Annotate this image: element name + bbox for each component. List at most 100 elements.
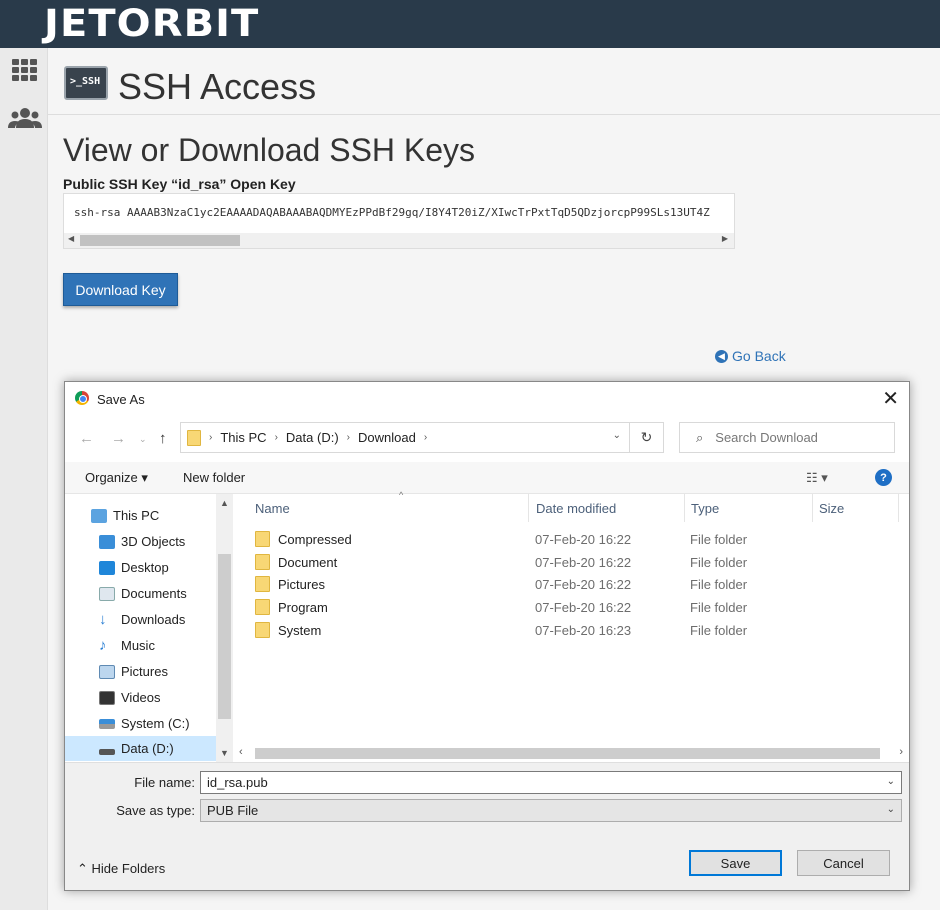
column-label: Type (691, 500, 720, 516)
download-key-button[interactable]: Download Key (63, 273, 178, 306)
file-list-horizontal-scrollbar[interactable]: ‹ › (233, 744, 909, 762)
chevron-down-icon[interactable]: ⌄ (613, 430, 621, 441)
view-options-icon[interactable]: ☷ ▾ (806, 470, 828, 486)
chevron-right-icon[interactable]: › (347, 432, 350, 443)
file-type: File folder (690, 623, 748, 638)
refresh-button[interactable]: ↻ (630, 422, 664, 453)
file-type: File folder (690, 577, 748, 592)
table-row[interactable]: System 07-Feb-20 16:23 File folder (255, 620, 895, 642)
top-bar: JETORBIT (0, 0, 940, 48)
file-name-field[interactable]: id_rsa.pub ⌄ (200, 771, 902, 794)
column-label: Size (819, 500, 845, 516)
documents-icon (99, 586, 115, 601)
scroll-right-icon[interactable]: ▶ (722, 234, 728, 243)
desktop-icon (99, 560, 115, 575)
download-arrow-icon: ↓ (99, 610, 107, 628)
forward-arrow-icon[interactable]: → (111, 430, 126, 447)
dialog-title: Save As (97, 392, 145, 407)
scroll-left-icon[interactable]: ◀ (68, 234, 74, 243)
back-arrow-icon[interactable]: ← (79, 430, 94, 447)
save-as-dialog: Save As ✕ ← → ⌄ ↑ › This PC › Data (D:) … (64, 381, 910, 891)
sort-caret-icon: ^ (399, 490, 404, 500)
chevron-down-icon[interactable]: ⌄ (887, 804, 895, 815)
file-date: 07-Feb-20 16:22 (535, 577, 632, 592)
search-input[interactable]: ⌕ Search Download (679, 422, 895, 453)
help-icon[interactable]: ? (875, 469, 892, 486)
column-header-name[interactable]: ^ Name (249, 490, 529, 522)
grid-icon[interactable] (10, 58, 40, 84)
chevron-down-icon[interactable]: ⌄ (887, 776, 895, 787)
recent-locations-chevron-icon[interactable]: ⌄ (139, 434, 147, 445)
folder-icon (255, 599, 270, 615)
brand-logo[interactable]: JETORBIT (44, 4, 259, 44)
scrollbar-thumb[interactable] (255, 748, 880, 759)
go-back-label: Go Back (732, 348, 786, 364)
users-icon[interactable] (8, 106, 42, 132)
nav-item-data-d[interactable]: Data (D:) (65, 736, 216, 761)
header-divider (48, 114, 940, 115)
go-back-link[interactable]: ◀ Go Back (715, 348, 786, 364)
sidebar (0, 48, 48, 910)
folder-icon (255, 576, 270, 592)
table-row[interactable]: Pictures 07-Feb-20 16:22 File folder (255, 574, 895, 596)
scroll-up-icon[interactable]: ▲ (220, 498, 229, 508)
file-name: Document (278, 555, 338, 570)
computer-icon (91, 508, 107, 523)
new-folder-button[interactable]: New folder (183, 470, 245, 485)
chevron-right-icon[interactable]: › (209, 432, 212, 443)
file-date: 07-Feb-20 16:23 (535, 623, 632, 638)
nav-label: Videos (121, 690, 161, 705)
chevron-up-icon: ⌃ (77, 861, 88, 876)
scroll-down-icon[interactable]: ▼ (220, 748, 229, 758)
address-bar[interactable]: › This PC › Data (D:) › Download › ⌄ (180, 422, 630, 453)
close-icon[interactable]: ✕ (882, 386, 899, 411)
chevron-right-icon[interactable]: › (424, 432, 427, 443)
chrome-icon (75, 391, 89, 405)
table-row[interactable]: Document 07-Feb-20 16:22 File folder (255, 552, 895, 574)
film-icon (99, 690, 115, 705)
column-header-size[interactable]: Size (813, 494, 899, 522)
scrollbar-thumb[interactable] (218, 554, 231, 719)
hide-folders-button[interactable]: ⌃ Hide Folders (77, 861, 165, 877)
breadcrumb-this-pc[interactable]: This PC (220, 430, 266, 445)
file-type: File folder (690, 532, 748, 547)
hide-folders-label: Hide Folders (91, 861, 166, 876)
search-icon: ⌕ (696, 429, 704, 445)
nav-label: 3D Objects (121, 534, 186, 549)
folder-icon (255, 554, 270, 570)
cancel-button[interactable]: Cancel (797, 850, 890, 876)
file-name: System (278, 623, 322, 638)
folder-icon (187, 429, 201, 446)
column-header-date[interactable]: Date modified (530, 494, 685, 522)
nav-vertical-scrollbar[interactable]: ▲ ▼ (216, 494, 233, 762)
save-button[interactable]: Save (689, 850, 782, 876)
breadcrumb-download[interactable]: Download (358, 430, 416, 445)
scroll-right-icon[interactable]: › (899, 746, 903, 758)
file-date: 07-Feb-20 16:22 (535, 532, 632, 547)
music-note-icon: ♪ (99, 636, 107, 654)
scrollbar-thumb[interactable] (80, 235, 240, 246)
drive-icon (99, 748, 115, 755)
nav-label: Pictures (121, 664, 168, 679)
page-title: SSH Access (118, 66, 317, 107)
dialog-footer: File name: id_rsa.pub ⌄ Save as type: PU… (65, 762, 909, 890)
public-key-box[interactable]: ssh-rsa AAAAB3NzaC1yc2EAAAADAQABAAABAQDM… (63, 193, 735, 249)
column-header-type[interactable]: Type (685, 494, 813, 522)
table-row[interactable]: Compressed 07-Feb-20 16:22 File folder (255, 529, 895, 551)
save-as-type-select[interactable]: PUB File ⌄ (200, 799, 902, 822)
scroll-left-icon[interactable]: ‹ (239, 746, 243, 758)
file-type: File folder (690, 600, 748, 615)
column-label: Name (255, 500, 290, 516)
up-arrow-icon[interactable]: ↑ (159, 430, 167, 447)
save-as-type-value: PUB File (207, 803, 259, 818)
key-horizontal-scrollbar[interactable]: ◀ ▶ (64, 233, 734, 248)
breadcrumb-data-d[interactable]: Data (D:) (286, 430, 339, 445)
file-name: Pictures (278, 577, 325, 592)
file-date: 07-Feb-20 16:22 (535, 600, 632, 615)
public-key-text[interactable]: ssh-rsa AAAAB3NzaC1yc2EAAAADAQABAAABAQDM… (74, 206, 729, 219)
organize-button[interactable]: Organize ▾ (85, 470, 148, 486)
file-name-label: File name: (134, 775, 195, 790)
chevron-right-icon[interactable]: › (275, 432, 278, 443)
table-row[interactable]: Program 07-Feb-20 16:22 File folder (255, 597, 895, 619)
pictures-icon (99, 664, 115, 679)
